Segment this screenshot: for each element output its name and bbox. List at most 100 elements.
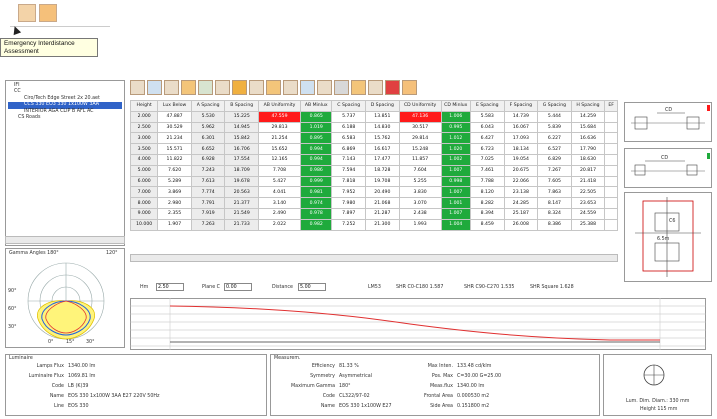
table-row[interactable]: 8.000 2.980 7.791 21.377 3.140 0.974 7.980 21.0… [129,197,618,209]
table-cell: 2.022 [258,218,301,231]
table-cell: 7.774 [190,186,226,199]
tool-icon[interactable] [181,80,196,95]
table-cell: 0.978 [299,207,333,220]
info-row: Name EOS 330 1x100W 3AA E27 220V 50Hz [26,394,160,399]
table-cell: 0.998 [440,175,471,188]
info-key: Max Inten. [427,364,453,369]
table-cell: 21.068 [365,197,400,209]
table-row[interactable]: 2.500 30.529 5.962 14.945 29.813 1.019 6.188 14… [129,121,618,134]
tool-icon[interactable] [351,80,366,95]
column-header[interactable]: B Spacing [224,100,260,112]
column-header[interactable]: EF [604,100,618,112]
info-value: EOS 330 [68,404,89,409]
tree-item[interactable]: CS Roads [8,115,122,121]
info-row: Code CL322/97-02 [291,394,370,399]
table-row[interactable]: 2.000 47.887 5.530 15.225 47.559 0.865 5.737 13… [129,110,618,123]
info-value: 180° [339,384,351,389]
table-cell: 21.549 [224,207,260,220]
table-cell: 15.842 [224,132,260,145]
table-cell: 18.709 [224,164,260,177]
table-row[interactable]: 9.000 2.355 7.919 21.549 2.490 0.978 7.897 21.2… [129,207,618,220]
table-row[interactable]: 4.000 11.822 6.928 17.554 12.165 0.994 7.143 17… [129,153,618,166]
table-cell: 23.653 [570,197,606,209]
table-cell: 24.559 [570,207,606,220]
table-row[interactable]: 10.000 1.907 7.263 21.733 2.022 0.982 7.252 21.… [129,218,618,231]
luminaire-shape-icon [643,364,665,386]
column-header[interactable]: C Spacing [331,100,367,112]
table-cell: 0.982 [299,218,333,231]
table-cell: 11.822 [157,153,192,166]
toolbar-divider [10,26,110,27]
tool-icon[interactable] [164,80,179,95]
tool-icon[interactable] [266,80,281,95]
tool-icon[interactable] [130,80,145,95]
table-cell: 20.817 [570,164,606,177]
table-cell: 0.981 [299,186,333,199]
table-cell: 8.000 [129,197,159,209]
table-cell: 3.000 [129,132,159,145]
tool-icon[interactable] [402,80,417,95]
table-cell [604,197,618,209]
plane-input[interactable]: 0.00 [224,283,252,291]
table-cell [604,132,618,145]
table-row[interactable]: 6.000 5.289 7.613 19.678 5.427 0.999 7.818 19.7… [129,175,618,188]
table-cell: 7.791 [190,197,226,209]
table-cell: 15.652 [258,143,301,155]
info-key: Meas.flux [430,384,453,389]
column-header[interactable]: AB Uniformity [258,100,301,112]
tool-icon[interactable] [283,80,298,95]
tool-icon[interactable] [147,80,162,95]
table-cell: 20.675 [503,164,539,177]
column-header[interactable]: Lux Below [157,100,192,112]
table-scrollbar[interactable] [130,254,618,262]
table-cell: 0.999 [299,175,333,188]
tool-icon[interactable] [385,80,400,95]
tree-scrollbar[interactable] [5,236,125,244]
table-cell: 7.000 [129,186,159,199]
table-row[interactable]: 5.000 7.620 7.243 18.709 7.708 0.986 7.594 18.7… [129,164,618,177]
column-header[interactable]: E Spacing [469,100,505,112]
table-cell: 5.530 [190,110,226,123]
table-cell: 5.839 [537,121,572,134]
table-cell: 11.857 [398,153,442,166]
column-header[interactable]: Height [129,100,159,112]
table-cell: 0.865 [299,110,333,123]
tool-icon[interactable] [232,80,247,95]
column-header[interactable]: AB Minlux [299,100,333,112]
tool-icon[interactable] [368,80,383,95]
hm-input[interactable]: 2.50 [156,283,184,291]
tool-icon[interactable] [300,80,315,95]
column-header[interactable]: A Spacing [190,100,226,112]
table-row[interactable]: 3.000 21.234 6.301 15.842 21.254 0.895 6.583 15… [129,132,618,145]
tool-icon[interactable] [215,80,230,95]
distance-input[interactable]: 5.00 [298,283,326,291]
info-key: Lamps Flux [36,364,64,369]
emergency-assessment-icon[interactable] [18,4,36,22]
info-key: Line [54,404,64,409]
report-icon[interactable] [39,4,57,22]
column-header[interactable]: CD Minlux [440,100,471,112]
tool-icon[interactable] [317,80,332,95]
table-cell: 23.138 [503,186,539,199]
tool-icon[interactable] [334,80,349,95]
table-cell: 30.529 [157,121,192,134]
column-header[interactable]: D Spacing [365,100,400,112]
table-cell: 5.000 [129,164,159,177]
column-header[interactable]: G Spacing [537,100,572,112]
table-cell: 8.394 [469,207,505,220]
table-cell: 5.289 [157,175,192,188]
table-cell: 9.000 [129,207,159,220]
column-header[interactable]: CD Uniformity [398,100,442,112]
table-cell: 18.728 [365,164,400,177]
table-cell: 8.120 [469,186,505,199]
table-cell: 1.007 [440,207,471,220]
table-cell: 16.067 [503,121,539,134]
table-cell: 17.477 [365,153,400,166]
column-header[interactable]: H Spacing [570,100,606,112]
column-header[interactable]: F Spacing [503,100,539,112]
table-row[interactable]: 3.500 15.571 6.652 16.706 15.652 0.994 6.869 16… [129,143,618,155]
tool-icon[interactable] [249,80,264,95]
diagram-cd-label: CD [665,108,673,113]
tool-icon[interactable] [198,80,213,95]
table-row[interactable]: 7.000 3.869 7.774 20.563 4.041 0.981 7.952 20.4… [129,186,618,199]
